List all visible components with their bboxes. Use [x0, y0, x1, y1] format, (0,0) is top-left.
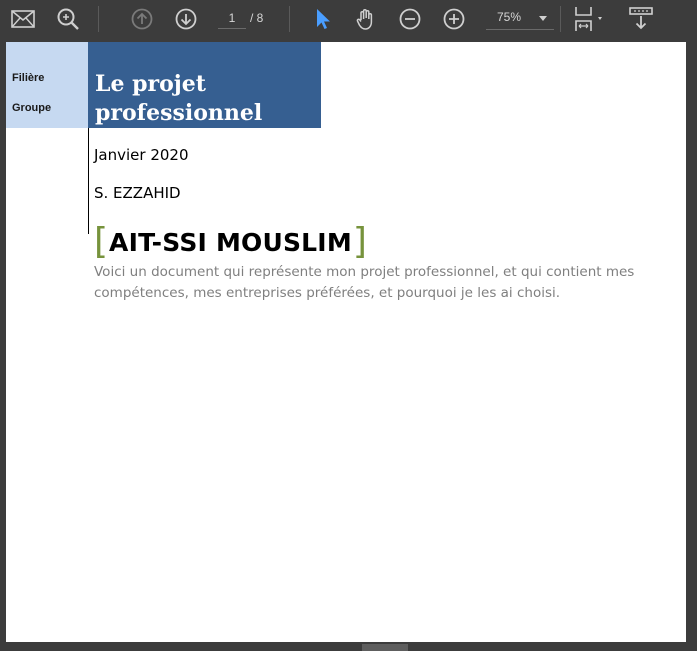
- student-name: AIT-SSI MOUSLIM: [109, 227, 352, 257]
- page-total: / 8: [250, 11, 264, 25]
- plus-circle-icon[interactable]: [440, 5, 468, 33]
- bracket-close: ]: [352, 221, 367, 262]
- minus-circle-icon[interactable]: [396, 5, 424, 33]
- pointer-icon[interactable]: [308, 5, 336, 33]
- horizontal-scrollbar[interactable]: [362, 644, 408, 651]
- zoom-value: 75%: [497, 10, 522, 24]
- download-icon[interactable]: [627, 5, 655, 33]
- mail-icon[interactable]: [9, 5, 37, 33]
- search-icon[interactable]: [54, 5, 82, 33]
- arrow-down-circle-icon[interactable]: [172, 5, 200, 33]
- document-viewer[interactable]: Filière Groupe Le projet professionnel J…: [0, 38, 697, 651]
- author-name: [ AIT-SSI MOUSLIM ]: [94, 222, 367, 262]
- page-title: Le projet professionnel: [95, 71, 263, 126]
- document-abstract: Voici un document qui représente mon pro…: [94, 264, 635, 301]
- arrow-up-circle-icon[interactable]: [128, 5, 156, 33]
- side-label-groupe: Groupe: [12, 102, 52, 114]
- side-info-table: Filière Groupe: [6, 42, 88, 128]
- title-box: Le projet professionnel: [88, 42, 321, 128]
- zoom-select[interactable]: 75%: [486, 7, 554, 30]
- side-label-filiere: Filière: [12, 72, 45, 84]
- pdf-toolbar: 1 / 8 75%: [0, 0, 697, 38]
- toolbar-separator: [98, 6, 99, 32]
- toolbar-separator: [289, 6, 290, 32]
- fit-page-icon[interactable]: [570, 5, 610, 33]
- divider-line: [88, 128, 89, 234]
- document-author: S. EZZAHID: [94, 184, 181, 202]
- bracket-open: [: [94, 221, 109, 262]
- toolbar-separator: [560, 6, 561, 32]
- document-date: Janvier 2020: [94, 146, 189, 164]
- page-number-input[interactable]: 1: [218, 8, 246, 29]
- pdf-page: Filière Groupe Le projet professionnel J…: [6, 42, 686, 642]
- chevron-down-icon: [539, 16, 547, 21]
- hand-icon[interactable]: [352, 5, 380, 33]
